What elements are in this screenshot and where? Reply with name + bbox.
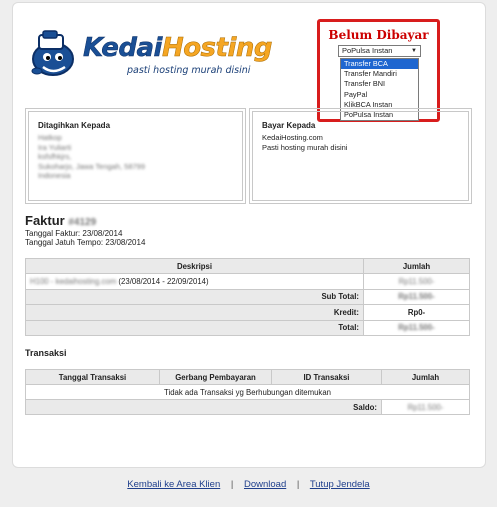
kedaihosting-logo: KedaiHosting pasti hosting murah disini (31, 29, 281, 85)
mascot-icon (31, 30, 74, 76)
payment-method-select[interactable]: PoPulsa Instan ▼ (338, 45, 421, 57)
item-amount: Rp11.500- (363, 273, 470, 290)
balance-label: Saldo: (25, 399, 382, 415)
billed-to-line: Ira Yuliarti (38, 142, 72, 152)
billed-to-line: Hatkop (38, 133, 62, 142)
billed-to-box: Ditagihkan Kepada Hatkop Ira Yuliarti ks… (25, 108, 246, 204)
billed-to-line: Sukoharjo, Jawa Tengah, 58799 (38, 161, 146, 171)
brand-name-part2: Hosting (161, 33, 273, 64)
close-window-link[interactable]: Tutup Jendela (310, 479, 370, 490)
balance-amount: Rp11.500- (381, 399, 470, 415)
balance-value: Rp11.500- (407, 402, 444, 412)
invoice-due-date: Tanggal Jatuh Tempo: 23/08/2014 (25, 238, 146, 247)
billed-to-line: Indonesia (38, 171, 71, 181)
pay-to-heading: Bayar Kepada (262, 121, 316, 130)
item-amount-value: Rp11.500- (398, 276, 435, 286)
total-amount: Rp11.500- (363, 319, 470, 336)
billed-to-heading: Ditagihkan Kepada (38, 121, 111, 130)
invoice-title: Faktur #4129 (25, 213, 96, 228)
subtotal-row: Sub Total: Rp11.500- (25, 288, 470, 305)
table-row: H100 - kedaihosting.com (23/08/2014 - 22… (25, 273, 470, 290)
invoice-date: Tanggal Faktur: 23/08/2014 (25, 229, 123, 238)
column-header-transaction-id: ID Transaksi (271, 369, 382, 385)
transactions-heading: Transaksi (25, 348, 67, 358)
credit-value: Rp0- (363, 304, 470, 321)
brand-name-part1: Kedai (83, 33, 163, 64)
balance-row: Saldo: Rp11.500- (25, 399, 470, 415)
billed-to-line: ksfsfhkjrs, (38, 152, 72, 162)
item-period: (23/08/2014 - 22/09/2014) (118, 276, 209, 286)
footer-links: Kembali ke Area Klien | Download | Tutup… (0, 479, 497, 490)
subtotal-value: Rp11.500- (398, 292, 435, 302)
pay-to-line: Pasti hosting murah disini (262, 142, 348, 152)
column-header-payment-gateway: Gerbang Pembayaran (159, 369, 272, 385)
payment-status-box: Belum Dibayar PoPulsa Instan ▼ Transfer … (317, 19, 440, 122)
subtotal-label: Sub Total: (25, 288, 364, 305)
column-header-transaction-amount: Jumlah (381, 369, 470, 385)
back-to-client-area-link[interactable]: Kembali ke Area Klien (127, 479, 220, 490)
option-transfer-bni[interactable]: Transfer BNI (341, 79, 418, 89)
option-transfer-bca[interactable]: Transfer BCA (341, 59, 418, 70)
transactions-table: Tanggal Transaksi Gerbang Pembayaran ID … (25, 369, 470, 415)
total-value: Rp11.500- (398, 323, 435, 333)
footer-separator: | (296, 479, 300, 490)
status-title: Belum Dibayar (328, 28, 429, 42)
invoice-items-table: Deskripsi Jumlah H100 - kedaihosting.com… (25, 258, 470, 336)
pay-to-line: KedaiHosting.com (262, 133, 323, 142)
brand-wordmark: KedaiHosting (83, 33, 273, 64)
item-description: H100 - kedaihosting.com (23/08/2014 - 22… (25, 273, 364, 290)
dropdown-arrow-icon[interactable]: ▼ (411, 46, 417, 56)
brand-tagline: pasti hosting murah disini (127, 65, 251, 76)
invoice-number: #4129 (68, 217, 97, 228)
subtotal-amount: Rp11.500- (363, 288, 470, 305)
selected-method: PoPulsa Instan (342, 46, 393, 55)
total-row: Total: Rp11.500- (25, 319, 470, 336)
no-transactions-message: Tidak ada Transaksi yg Berhubungan ditem… (25, 384, 470, 400)
column-header-description: Deskripsi (25, 258, 364, 274)
column-header-amount: Jumlah (363, 258, 470, 274)
credit-label: Kredit: (25, 304, 364, 321)
footer-separator: | (230, 479, 234, 490)
column-header-transaction-date: Tanggal Transaksi (25, 369, 160, 385)
option-paypal[interactable]: PayPal (341, 90, 418, 100)
download-link[interactable]: Download (244, 479, 286, 490)
credit-row: Kredit: Rp0- (25, 304, 470, 321)
option-transfer-mandiri[interactable]: Transfer Mandiri (341, 69, 418, 79)
total-label: Total: (25, 319, 364, 336)
pay-to-box: Bayar Kepada KedaiHosting.com Pasti host… (249, 108, 472, 204)
item-description-blurred: H100 - kedaihosting.com (30, 276, 117, 286)
invoice-title-text: Faktur (25, 213, 65, 228)
table-row: Tidak ada Transaksi yg Berhubungan ditem… (25, 384, 470, 400)
